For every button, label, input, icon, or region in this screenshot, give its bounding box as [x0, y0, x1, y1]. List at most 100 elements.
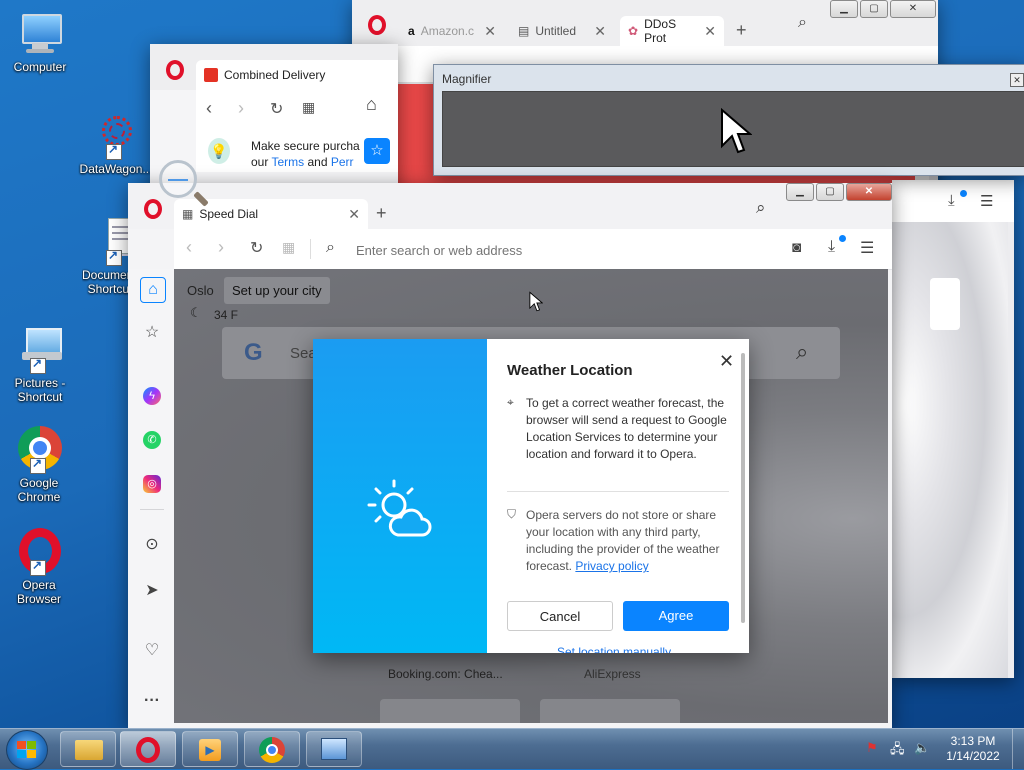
taskbar: ▶ ⚑ 🖧 🔈 3:13 PM 1/14/2022 — [0, 728, 1024, 770]
taskbar-opera[interactable] — [120, 731, 176, 767]
taskbar-chrome[interactable] — [244, 731, 300, 767]
dialog-divider — [507, 491, 729, 492]
divider — [310, 239, 311, 259]
maximize-button[interactable]: ▢ — [860, 0, 888, 18]
tray-network-icon[interactable]: 🖧 — [890, 740, 905, 762]
home-icon[interactable]: ⌂ — [366, 94, 377, 115]
weather-city[interactable]: Oslo — [187, 283, 214, 298]
messenger-icon[interactable]: ϟ — [140, 383, 164, 407]
cancel-button[interactable]: Cancel — [507, 601, 613, 631]
tab-ddos[interactable]: ✿ DDoS Prot ✕ — [620, 16, 724, 46]
close-icon[interactable]: ✕ — [719, 351, 734, 372]
desktop-icon-opera[interactable]: Opera Browser — [0, 528, 80, 606]
magnifier-close-icon[interactable]: ✕ — [1010, 73, 1024, 87]
reload-icon[interactable]: ↻ — [270, 99, 283, 119]
speed-dial-sidebar-icon[interactable]: ☆ — [364, 138, 390, 164]
close-button[interactable]: ✕ — [846, 183, 892, 201]
opera-logo-icon[interactable] — [144, 199, 162, 219]
tab-amazon[interactable]: a Amazon.c ✕ — [400, 16, 504, 46]
magnifier-app-icon — [321, 738, 347, 760]
camera-icon[interactable]: ◙ — [792, 239, 801, 256]
search-icon[interactable]: ⌕ — [796, 339, 808, 365]
opera-logo-icon[interactable] — [166, 60, 184, 80]
privacy-policy-link[interactable]: Privacy policy — [575, 559, 648, 573]
magnifier-window: Magnifier ✕ — [433, 64, 1024, 176]
desktop-icon-datawagon[interactable]: DataWagon... — [76, 112, 156, 176]
download-icon[interactable]: ⤓ — [948, 192, 955, 209]
magnifier-title: Magnifier — [442, 72, 492, 86]
speed-dial-favicon-icon: ▦ — [182, 207, 194, 221]
tiles-icon[interactable]: ▦ — [282, 239, 295, 256]
taskbar-media-player[interactable]: ▶ — [182, 731, 238, 767]
minimize-button[interactable]: ▁ — [786, 183, 814, 201]
desktop-icon-label: Google Chrome — [17, 476, 61, 504]
close-tab-icon[interactable]: ✕ — [704, 23, 716, 40]
address-input[interactable] — [354, 238, 738, 262]
desktop-icon-chrome[interactable]: Google Chrome — [0, 426, 80, 504]
tray-volume-icon[interactable]: 🔈 — [914, 740, 930, 756]
back-icon[interactable]: ‹ — [186, 237, 192, 258]
flower-favicon-icon: ✿ — [628, 24, 639, 38]
search-icon: ⌕ — [326, 239, 335, 256]
tiles-icon[interactable]: ▦ — [302, 99, 315, 116]
desktop-icon-label: Computer — [13, 60, 67, 74]
window-controls: ▁ ▢ ✕ — [786, 183, 892, 201]
more-icon[interactable]: ··· — [140, 689, 164, 713]
shortcut-arrow-icon — [30, 558, 46, 576]
set-location-manually-link[interactable]: Set location manually — [557, 645, 671, 653]
speed-dial-tile[interactable] — [930, 278, 960, 330]
whatsapp-icon[interactable]: ✆ — [140, 427, 164, 451]
player-icon[interactable]: ⊙ — [140, 533, 164, 557]
sidebar: ⌂ ☆ ϟ ✆ ◎ ⊙ ➤ ♡ ··· — [128, 269, 174, 728]
agree-button[interactable]: Agree — [623, 601, 729, 631]
tab-bar: Combined Delivery — [150, 44, 398, 90]
speed-dial-home-icon[interactable]: ⌂ — [140, 277, 166, 303]
close-tab-icon[interactable]: ✕ — [484, 23, 496, 40]
maximize-button[interactable]: ▢ — [816, 183, 844, 201]
speed-dial-tile[interactable] — [540, 699, 680, 723]
close-tab-icon[interactable]: ✕ — [348, 206, 360, 223]
magnifier-lens-icon[interactable] — [159, 160, 197, 198]
location-pin-icon: ⌖ — [507, 395, 514, 409]
desktop-icon-computer[interactable]: Computer — [0, 10, 80, 74]
new-tab-icon[interactable]: + — [736, 20, 747, 41]
minimize-button[interactable]: ▁ — [830, 0, 858, 18]
show-desktop-button[interactable] — [1012, 729, 1024, 769]
setup-city-tooltip[interactable]: Set up your city — [224, 277, 330, 304]
search-tabs-icon[interactable]: ⌕ — [798, 14, 807, 32]
taskbar-magnifier[interactable] — [306, 731, 362, 767]
tab-untitled[interactable]: ▤ Untitled ✕ — [510, 16, 614, 46]
taskbar-explorer[interactable] — [60, 731, 116, 767]
instagram-icon[interactable]: ◎ — [140, 471, 164, 495]
easy-setup-icon[interactable]: ☰ — [980, 192, 993, 210]
tray-clock[interactable]: 3:13 PM 1/14/2022 — [940, 734, 1006, 764]
reload-icon[interactable]: ↻ — [250, 238, 263, 258]
send-icon[interactable]: ➤ — [140, 579, 164, 603]
download-icon[interactable]: ⤓ — [828, 238, 835, 256]
forward-icon[interactable]: › — [218, 237, 224, 258]
bookmarks-icon[interactable]: ☆ — [140, 321, 164, 345]
forward-icon[interactable]: › — [238, 98, 244, 119]
dialog-illustration — [313, 339, 487, 653]
desktop-icon-pictures[interactable]: Pictures - Shortcut — [0, 326, 80, 404]
tab-combined-delivery[interactable]: Combined Delivery — [196, 60, 398, 90]
new-tab-icon[interactable]: + — [376, 203, 387, 224]
terms-link[interactable]: Terms — [271, 155, 304, 169]
close-button[interactable]: ✕ — [890, 0, 936, 18]
dialog-scrollbar[interactable] — [741, 353, 745, 623]
close-tab-icon[interactable]: ✕ — [594, 23, 606, 40]
search-tabs-icon[interactable]: ⌕ — [756, 198, 766, 218]
start-button[interactable] — [6, 730, 48, 770]
computer-icon — [16, 10, 64, 58]
opera-logo-icon[interactable] — [368, 15, 386, 35]
folder-icon — [75, 740, 103, 760]
download-badge-icon — [839, 235, 846, 242]
easy-setup-icon[interactable]: ☰ — [860, 238, 874, 258]
chrome-icon — [16, 426, 64, 474]
heart-icon[interactable]: ♡ — [140, 639, 164, 663]
back-icon[interactable]: ‹ — [206, 98, 212, 119]
mouse-cursor-icon — [529, 291, 543, 312]
tray-flag-icon[interactable]: ⚑ — [866, 740, 878, 756]
speed-dial-tile[interactable] — [380, 699, 520, 723]
permissions-link[interactable]: Perr — [331, 155, 354, 169]
